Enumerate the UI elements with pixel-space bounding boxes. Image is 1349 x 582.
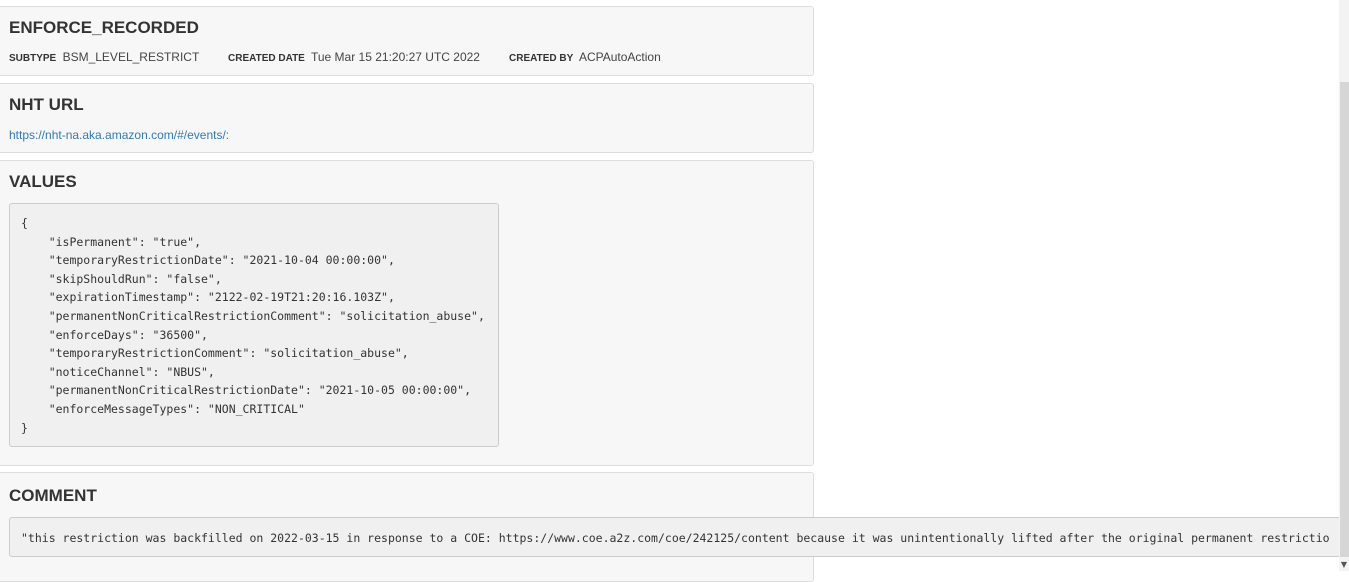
comment-title: COMMENT — [9, 486, 97, 505]
created-by-field: CREATED BY ACPAutoAction — [509, 50, 661, 64]
comment-panel: COMMENT "this restriction was backfilled… — [0, 472, 1349, 582]
scrollbar-thumb[interactable] — [1340, 82, 1349, 557]
vertical-scrollbar[interactable]: ▼ — [1339, 0, 1349, 571]
values-json-block: { "isPermanent": "true", "temporaryRestr… — [9, 203, 499, 447]
enforce-title: ENFORCE_RECORDED — [9, 18, 199, 37]
enforce-recorded-panel: ENFORCE_RECORDED SUBTYPE BSM_LEVEL_RESTR… — [0, 6, 814, 76]
created-by-label: CREATED BY — [509, 53, 574, 64]
nht-url-panel: NHT URL https://nht-na.aka.amazon.com/#/… — [0, 83, 814, 153]
created-date-field: CREATED DATE Tue Mar 15 21:20:27 UTC 202… — [228, 50, 480, 64]
nht-url-link[interactable]: https://nht-na.aka.amazon.com/#/events/: — [9, 128, 229, 142]
comment-text-block: "this restriction was backfilled on 2022… — [9, 517, 1349, 557]
subtype-value: BSM_LEVEL_RESTRICT — [62, 50, 200, 64]
created-date-value: Tue Mar 15 21:20:27 UTC 2022 — [310, 50, 480, 64]
subtype-label: SUBTYPE — [9, 53, 57, 64]
nht-url-title: NHT URL — [9, 95, 84, 114]
values-panel: VALUES { "isPermanent": "true", "tempora… — [0, 160, 814, 466]
created-date-label: CREATED DATE — [228, 53, 305, 64]
chevron-down-icon[interactable]: ▼ — [1339, 559, 1349, 571]
subtype-field: SUBTYPE BSM_LEVEL_RESTRICT — [9, 50, 199, 64]
created-by-value: ACPAutoAction — [578, 50, 661, 64]
values-title: VALUES — [9, 172, 77, 191]
